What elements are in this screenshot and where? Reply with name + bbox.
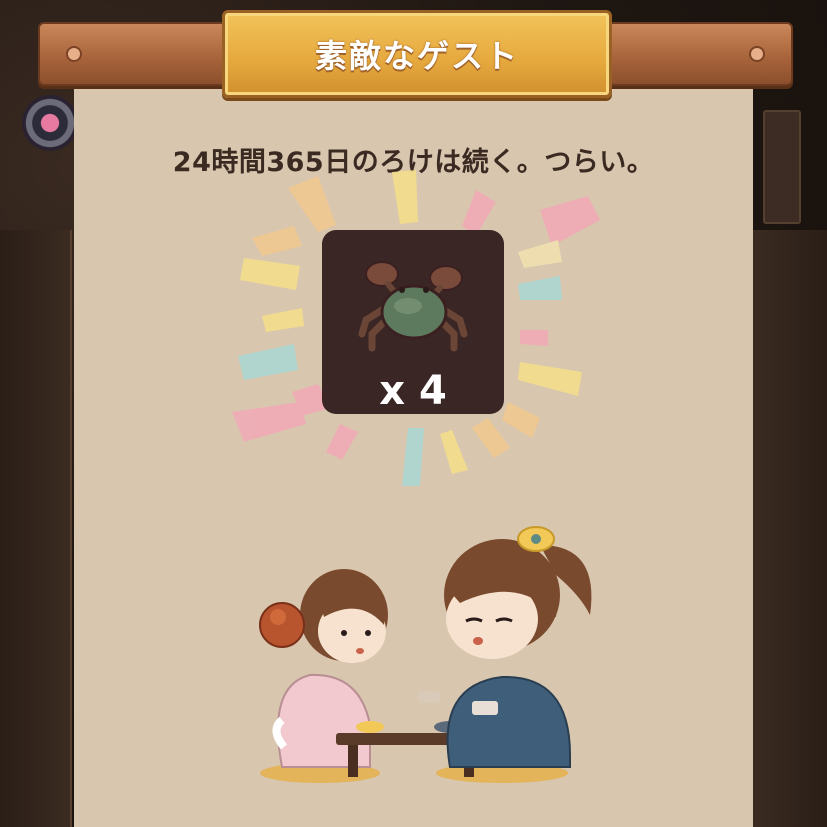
ray (520, 330, 548, 346)
ray (540, 196, 600, 246)
ray (518, 362, 582, 396)
ray (238, 344, 298, 380)
ray (518, 240, 562, 268)
ray (232, 402, 306, 442)
boy-character (444, 526, 592, 768)
crab-icon (358, 261, 468, 352)
ray (326, 424, 358, 460)
guest-characters-illustration (259, 526, 592, 783)
reward-item-box: x 4 (322, 230, 504, 414)
ray (252, 226, 302, 256)
ray (502, 402, 540, 438)
ray (262, 308, 304, 332)
ray (518, 276, 562, 300)
ray (402, 428, 424, 486)
ray (240, 258, 300, 290)
ray (392, 170, 418, 224)
ray (440, 430, 468, 474)
ray (472, 418, 510, 458)
ray (288, 176, 336, 232)
reward-quantity: x 4 (379, 368, 447, 414)
